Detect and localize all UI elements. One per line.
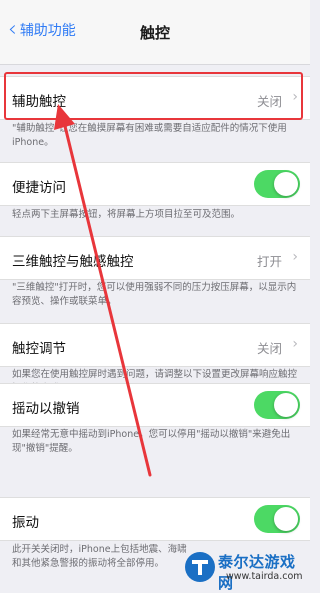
shake-to-undo-row: 摇动以撤销	[0, 383, 310, 427]
toggle-knob	[274, 393, 298, 417]
watermark-logo-icon	[185, 552, 215, 582]
chevron-right-icon: ›	[292, 89, 298, 105]
touch-accommodations-value: 关闭	[256, 341, 282, 356]
toggle-knob	[274, 507, 298, 531]
assistive-touch-note: "辅助触控"让您在触摸屏幕有困难或需要自适应配件的情况下使用iPhone。	[12, 123, 287, 148]
touch-accommodations-label: 触控调节	[12, 341, 66, 357]
3d-touch-value: 打开	[256, 254, 282, 269]
3d-touch-note: "三维触控"打开时，您可以使用强弱不同的压力按压屏幕，以显示内容预览、操作或联菜…	[12, 282, 297, 307]
vibration-note: 此开关关闭时，iPhone上包括地震、海啸和其他紧急警报的振动将全部停用。	[12, 544, 187, 569]
reachability-note: 轻点两下主屏幕按钮，将屏幕上方项目拉至可及范围。	[12, 209, 241, 220]
vibration-toggle[interactable]	[254, 505, 300, 533]
page-title: 触控	[139, 24, 170, 42]
navigation-bar: ‹ 辅助功能 触控	[0, 0, 310, 65]
shake-to-undo-note: 如果经常无意中摇动到iPhone，您可以停用"摇动以撤销"来避免出现"撤销"提醒…	[12, 429, 291, 454]
watermark-url: www.tairda.com	[226, 571, 303, 582]
touch-accommodations-row[interactable]: 触控调节 关闭 ›	[0, 323, 310, 367]
assistive-touch-row[interactable]: 辅助触控 关闭 ›	[0, 76, 310, 120]
watermark: 泰尔达游戏网 www.tairda.com	[184, 548, 308, 592]
shake-to-undo-label: 摇动以撤销	[12, 401, 80, 417]
shake-to-undo-toggle[interactable]	[254, 391, 300, 419]
vibration-label: 振动	[12, 515, 39, 531]
3d-touch-row[interactable]: 三维触控与触感触控 打开 ›	[0, 236, 310, 280]
reachability-toggle[interactable]	[254, 170, 300, 198]
reachability-row: 便捷访问	[0, 162, 310, 206]
chevron-right-icon: ›	[292, 336, 298, 352]
vibration-row: 振动	[0, 497, 310, 541]
toggle-knob	[274, 172, 298, 196]
assistive-touch-label: 辅助触控	[12, 94, 66, 110]
reachability-label: 便捷访问	[12, 180, 66, 196]
assistive-touch-value: 关闭	[256, 94, 282, 109]
chevron-right-icon: ›	[292, 249, 298, 265]
3d-touch-label: 三维触控与触感触控	[12, 254, 134, 270]
